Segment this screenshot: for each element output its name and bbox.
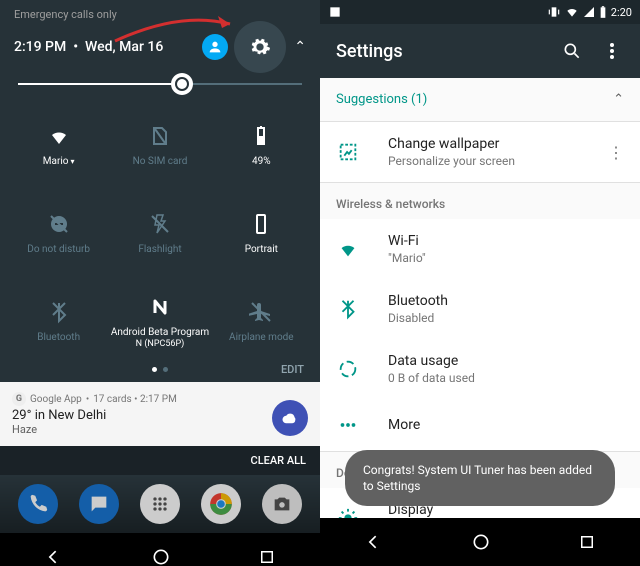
tiles-grid: Mario▾No SIM card49% Do not disturbFlashl… bbox=[0, 103, 320, 363]
tile-flash[interactable]: Flashlight bbox=[109, 191, 210, 275]
tile-battery[interactable]: 49% bbox=[211, 103, 312, 187]
data-icon bbox=[336, 357, 360, 381]
camera-icon[interactable] bbox=[262, 484, 302, 524]
portrait-icon bbox=[247, 210, 275, 238]
apps-icon[interactable] bbox=[140, 484, 180, 524]
card-menu-icon[interactable]: ⋮ bbox=[608, 143, 624, 162]
dnd-icon bbox=[45, 210, 73, 238]
quick-settings-panel: Emergency calls only 2:19 PM • Wed, Mar … bbox=[0, 0, 320, 566]
brightness-icon bbox=[171, 73, 193, 95]
tile-dnd[interactable]: Do not disturb bbox=[8, 191, 109, 275]
toast-message: Congrats! System UI Tuner has been added… bbox=[345, 450, 615, 506]
google-icon: G bbox=[12, 392, 26, 406]
tile-bt[interactable]: Bluetooth bbox=[8, 279, 109, 363]
brightness-slider[interactable] bbox=[0, 71, 320, 103]
battery-icon bbox=[599, 5, 607, 19]
recents-button[interactable] bbox=[578, 533, 596, 551]
chrome-icon[interactable] bbox=[201, 484, 241, 524]
screenshot-icon bbox=[328, 5, 342, 19]
overflow-button[interactable] bbox=[600, 39, 624, 63]
home-button[interactable] bbox=[151, 547, 171, 566]
notification-title: 29° in New Delhi bbox=[12, 408, 308, 423]
plane-icon bbox=[247, 298, 275, 326]
settings-row-data[interactable]: Data usage0 B of data used bbox=[320, 339, 640, 399]
bt-icon bbox=[45, 298, 73, 326]
settings-row-wifi[interactable]: Wi-Fi"Mario" bbox=[320, 219, 640, 279]
weather-fab[interactable] bbox=[272, 400, 308, 436]
tile-sim[interactable]: No SIM card bbox=[109, 103, 210, 187]
search-button[interactable] bbox=[560, 39, 584, 63]
suggestions-header[interactable]: Suggestions (1)⌃ bbox=[320, 78, 640, 122]
sim-icon bbox=[146, 122, 174, 150]
nav-bar bbox=[320, 518, 640, 566]
battery-icon bbox=[247, 122, 275, 150]
clear-all-button[interactable]: CLEAR ALL bbox=[0, 446, 320, 475]
back-button[interactable] bbox=[44, 547, 64, 566]
flash-icon bbox=[146, 210, 174, 238]
page-title: Settings bbox=[336, 41, 544, 62]
tile-portrait[interactable]: Portrait bbox=[211, 191, 312, 275]
recents-button[interactable] bbox=[258, 548, 276, 566]
settings-row-more[interactable]: More bbox=[320, 399, 640, 451]
tile-n[interactable]: Android Beta ProgramN (NPC56P) bbox=[109, 279, 210, 363]
bt-icon bbox=[336, 297, 360, 321]
app-bar: Settings bbox=[320, 24, 640, 78]
section-header: Wireless & networks bbox=[320, 183, 640, 219]
collapse-icon[interactable]: ⌃ bbox=[294, 39, 306, 55]
vibrate-icon bbox=[547, 5, 561, 19]
wifi-icon bbox=[565, 5, 579, 19]
more-icon bbox=[336, 413, 360, 437]
settings-screen: 2:20 Settings Suggestions (1)⌃ Change wa… bbox=[320, 0, 640, 566]
signal-icon bbox=[583, 6, 595, 18]
notification-subtitle: Haze bbox=[12, 423, 308, 436]
tile-wifi[interactable]: Mario▾ bbox=[8, 103, 109, 187]
settings-row-bt[interactable]: BluetoothDisabled bbox=[320, 279, 640, 339]
nav-bar bbox=[0, 533, 320, 566]
status-bar: 2:20 bbox=[320, 0, 640, 24]
wifi-icon bbox=[336, 237, 360, 261]
messages-icon[interactable] bbox=[79, 484, 119, 524]
back-button[interactable] bbox=[364, 532, 384, 552]
home-dock bbox=[0, 475, 320, 533]
edit-button[interactable]: EDIT bbox=[281, 363, 304, 376]
notification-card[interactable]: GGoogle App•17 cards • 2:17 PM 29° in Ne… bbox=[0, 382, 320, 446]
phone-icon[interactable] bbox=[18, 484, 58, 524]
chevron-up-icon: ⌃ bbox=[613, 92, 624, 107]
n-icon bbox=[146, 293, 174, 321]
wifi-icon bbox=[45, 122, 73, 150]
wallpaper-icon bbox=[336, 140, 360, 164]
status-clock: 2:20 bbox=[611, 6, 632, 19]
home-button[interactable] bbox=[471, 532, 491, 552]
suggestion-card[interactable]: Change wallpaperPersonalize your screen … bbox=[320, 122, 640, 183]
tile-plane[interactable]: Airplane mode bbox=[211, 279, 312, 363]
page-indicator: EDIT bbox=[0, 363, 320, 382]
annotation-arrow bbox=[110, 6, 250, 46]
